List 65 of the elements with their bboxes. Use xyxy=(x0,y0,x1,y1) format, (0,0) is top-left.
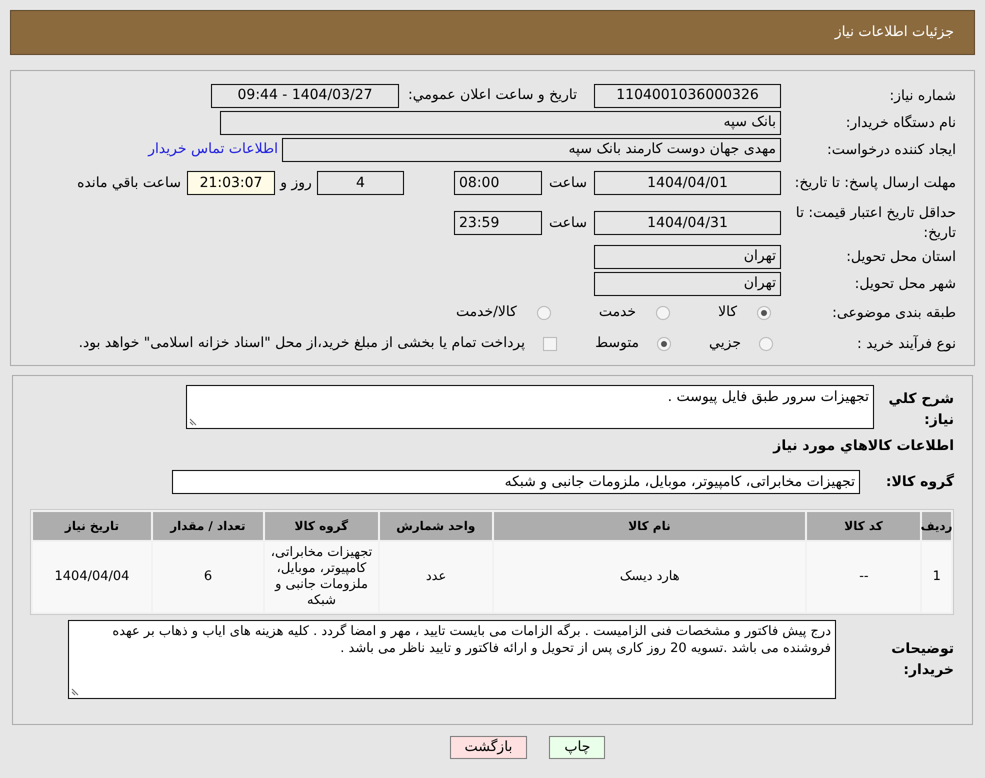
field-label: جزيي xyxy=(709,334,741,353)
field-label: ساعت xyxy=(548,174,588,192)
field-label: استان محل تحویل: xyxy=(846,248,956,266)
field-label: ساعت xyxy=(548,214,588,232)
city-field: تهران xyxy=(594,272,781,296)
print-button[interactable]: چاپ xyxy=(549,736,606,759)
goods-group-label: گروه کالا: xyxy=(884,472,954,492)
field-label: ایجاد کننده درخواست: xyxy=(827,140,956,160)
radio-button[interactable] xyxy=(759,336,773,350)
field-label: متوسط xyxy=(595,334,640,353)
radio-button[interactable] xyxy=(656,306,670,320)
field-label: شماره نیاز: xyxy=(890,86,956,106)
days-field: 4 xyxy=(317,171,404,195)
buyer-contact-link[interactable]: اطلاعات تماس خریدار xyxy=(148,139,278,160)
field-label: حداقل تاریخ اعتبار قیمت: تا تاریخ: xyxy=(794,204,956,243)
checkbox[interactable] xyxy=(543,336,558,350)
field-label: نوع فرآیند خرید : xyxy=(857,334,956,354)
field-label: روز و xyxy=(278,174,313,192)
field-label: شهر محل تحویل: xyxy=(854,274,956,294)
price-validity-date-field: 1404/04/31 xyxy=(594,211,781,235)
back-button[interactable]: بازگشت xyxy=(450,736,528,759)
reply-time-field: 08:00 xyxy=(454,171,542,195)
column-header: تاریخ نیاز xyxy=(33,512,151,540)
reply-date-field: 1404/04/01 xyxy=(594,171,781,195)
resize-grip-icon[interactable] xyxy=(189,418,197,426)
creator-field: مهدی جهان دوست کارمند بانک سپه xyxy=(282,138,781,162)
field-label: خدمت xyxy=(598,303,636,322)
province-field: تهران xyxy=(594,244,781,268)
radio-button[interactable] xyxy=(757,306,771,320)
field-label: نام دستگاه خریدار: xyxy=(846,114,956,132)
column-header: تعداد / مقدار xyxy=(152,512,263,540)
goods-group-field: تجهیزات مخابراتی، کامپیوتر، موبایل، ملزومات جانبی و شبکه xyxy=(172,470,860,494)
table-cell: هارد دیسک xyxy=(494,542,806,612)
table-cell: 6 xyxy=(152,542,264,612)
table-cell: تجهیزات مخابراتی، کامپیوتر، موبایل، ملزومات جانبی و شبکه xyxy=(265,542,378,612)
radio-button[interactable] xyxy=(536,306,551,320)
table-cell: -- xyxy=(807,542,920,612)
buyer-notes-label: توضیحات خریدار: xyxy=(890,640,954,680)
section-title: اطلاعات کالاهاي مورد نیاز xyxy=(773,436,954,456)
field-label: طبقه بندی موضوعی: xyxy=(832,304,956,322)
column-header: ردیف xyxy=(922,512,951,540)
buyer-org-field: بانک سپه xyxy=(220,110,781,134)
field-label: ساعت باقي مانده xyxy=(77,174,181,192)
column-header: نام کالا xyxy=(494,512,806,540)
announce-date-field: 1404/03/27 - 09:44 xyxy=(211,84,399,108)
column-header: واحد شمارش xyxy=(380,512,492,540)
field-label: کالا xyxy=(718,303,737,322)
field-label: تاریخ و ساعت اعلان عمومي: xyxy=(407,86,577,105)
summary-field[interactable]: تجهیزات سرور طبق فایل پیوست . xyxy=(186,385,874,429)
field-label: کالا/خدمت xyxy=(456,303,517,322)
table-cell: 1404/04/04 xyxy=(33,542,151,612)
remaining-time-field: 21:03:07 xyxy=(187,171,275,195)
buyer-notes-field[interactable]: درج پیش فاکتور و مشخصات فنی الزامیست . برگه الزامات می بایست تایید ، مهر و امضا گردد . کلیه هزینه های ایاب و ذهاب بر عهده فروشنده می باشد .تسویه 20 روز کاری پس از تحویل و ارائه فاکتور و تایید ناظر می باشد . xyxy=(68,620,836,699)
field-label: مهلت ارسال پاسخ: تا تاریخ: xyxy=(794,174,956,193)
column-header: کد کالا xyxy=(807,512,920,540)
need-number-field: 1104001036000326 xyxy=(594,84,781,108)
table-cell: 1 xyxy=(922,542,951,612)
column-header: گروه کالا xyxy=(264,512,378,540)
summary-label: شرح کلي نیاز: xyxy=(888,390,954,430)
field-label: پرداخت تمام یا بخشی از مبلغ خرید،از محل "اسناد خزانه اسلامی" خواهد بود. xyxy=(78,334,526,353)
table-cell: عدد xyxy=(380,542,492,612)
radio-button[interactable] xyxy=(657,336,672,350)
price-validity-time-field: 23:59 xyxy=(454,211,542,235)
page-title: جزئیات اطلاعات نیاز xyxy=(834,23,954,42)
resize-grip-icon[interactable] xyxy=(71,688,79,696)
